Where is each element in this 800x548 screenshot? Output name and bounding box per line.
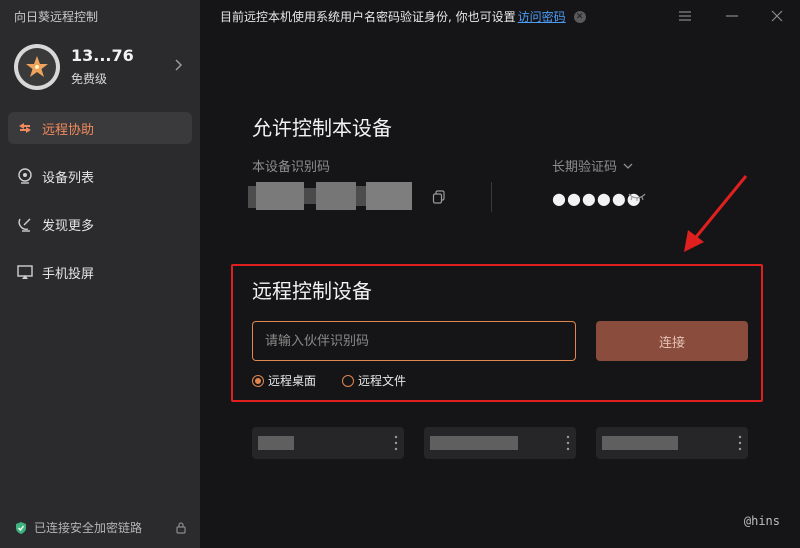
nav-label: 发现更多 (42, 218, 95, 234)
notice-bar: 目前远控本机使用系统用户名密码验证身份, 你也可设置 访问密码 ✕ (220, 8, 586, 25)
remote-assist-icon (16, 119, 34, 137)
eye-closed-icon[interactable] (628, 192, 646, 202)
app-title: 向日葵远程控制 (14, 10, 99, 24)
device-name-redacted (258, 436, 294, 450)
device-name-redacted (430, 436, 518, 450)
verify-code-selector[interactable]: 长期验证码 (552, 156, 634, 175)
option-remote-desktop[interactable]: 远程桌面 (252, 372, 316, 389)
radio-unchecked-icon (342, 374, 354, 387)
nav-label: 手机投屏 (42, 266, 95, 282)
option-label: 远程桌面 (268, 374, 317, 388)
device-code-label: 本设备识别码 (252, 160, 331, 175)
avatar (14, 44, 60, 90)
recent-device-card[interactable] (596, 427, 748, 459)
discover-icon (16, 215, 34, 233)
nav-item-device-list[interactable]: 设备列表 (8, 160, 192, 192)
recent-device-card[interactable] (424, 427, 576, 459)
chevron-down-icon (623, 163, 633, 169)
access-password-link[interactable]: 访问密码 (518, 8, 566, 25)
lock-icon[interactable] (174, 521, 188, 535)
nav-label: 设备列表 (42, 170, 95, 186)
more-vertical-icon[interactable] (738, 434, 742, 452)
allow-control-title: 允许控制本设备 (252, 116, 392, 140)
watermark: @hins (743, 514, 780, 528)
shield-check-icon (16, 521, 26, 534)
nav-item-remote-assist[interactable]: 远程协助 (8, 112, 192, 144)
notice-text: 目前远控本机使用系统用户名密码验证身份, 你也可设置 (220, 10, 516, 24)
chevron-right-icon[interactable] (170, 57, 186, 73)
nav-menu: 远程协助 设备列表 发现更多 手机投屏 (8, 112, 192, 304)
nav-label: 远程协助 (42, 122, 95, 138)
divider (491, 182, 492, 212)
nav-item-discover[interactable]: 发现更多 (8, 208, 192, 240)
profile-card[interactable]: 13...76 免费级 (14, 44, 190, 90)
remote-control-title: 远程控制设备 (252, 279, 372, 303)
minimize-icon[interactable] (724, 8, 740, 24)
nav-item-screen-cast[interactable]: 手机投屏 (8, 256, 192, 288)
connect-button[interactable]: 连接 (596, 321, 748, 361)
more-vertical-icon[interactable] (566, 434, 570, 452)
annotation-arrow (684, 175, 748, 252)
option-label: 远程文件 (358, 374, 407, 388)
security-text: 已连接安全加密链路 (34, 521, 143, 535)
screen-cast-icon (16, 263, 34, 281)
device-name-redacted (602, 436, 678, 450)
menu-icon[interactable] (677, 8, 693, 24)
user-level: 免费级 (71, 72, 108, 86)
more-vertical-icon[interactable] (394, 434, 398, 452)
copy-icon[interactable] (432, 190, 446, 204)
recent-device-card[interactable] (252, 427, 404, 459)
verify-code-label: 长期验证码 (552, 160, 618, 175)
device-list-icon (16, 167, 34, 185)
security-status: 已连接安全加密链路 (14, 519, 188, 536)
option-remote-file[interactable]: 远程文件 (342, 372, 406, 389)
user-name: 13...76 (71, 46, 134, 65)
window-close-icon[interactable] (769, 8, 785, 24)
close-icon[interactable]: ✕ (573, 10, 586, 23)
sidebar: 向日葵远程控制 13...76 免费级 远程协助 设备列表 发现更多 手机投屏 … (0, 0, 200, 548)
partner-code-input[interactable] (252, 321, 576, 361)
star-icon (26, 56, 48, 77)
radio-checked-icon (252, 374, 264, 387)
